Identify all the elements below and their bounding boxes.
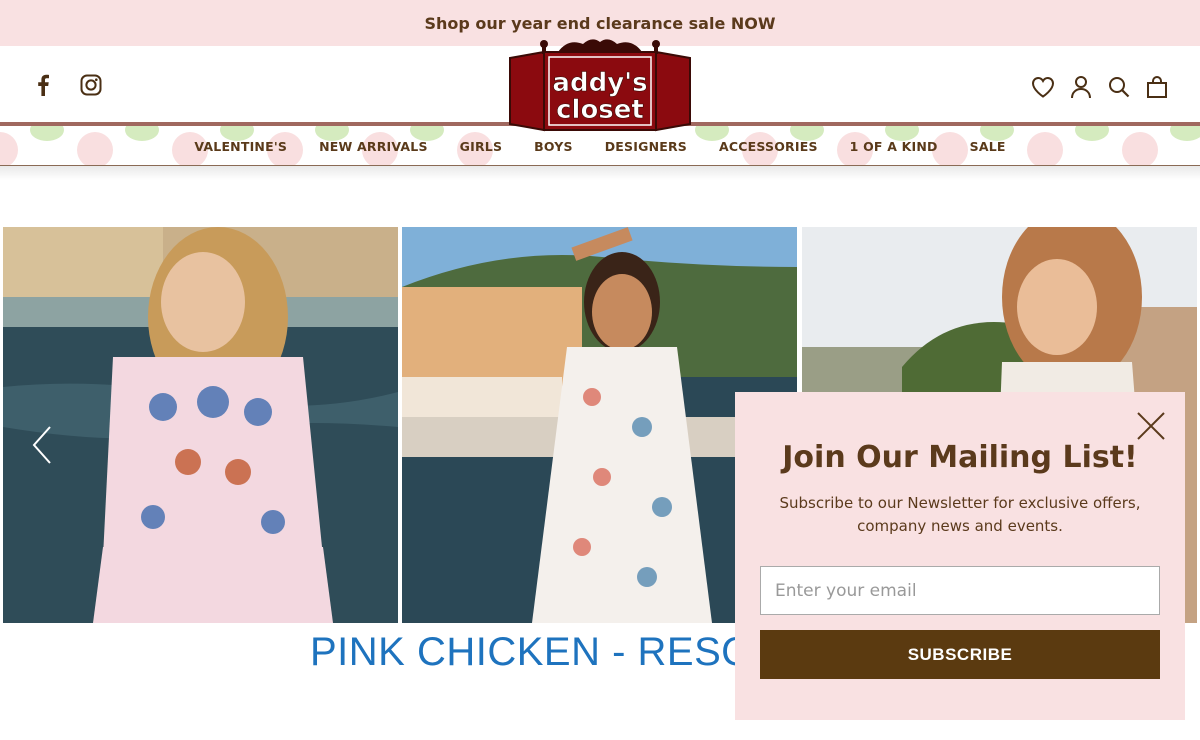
facebook-icon[interactable] — [30, 72, 56, 98]
hero-slide-1[interactable] — [3, 227, 398, 623]
popup-title: Join Our Mailing List! — [782, 440, 1138, 475]
nav-sale[interactable]: SALE — [970, 139, 1006, 154]
instagram-icon[interactable] — [78, 72, 104, 98]
hero-caption[interactable]: PINK CHICKEN - RESOF — [310, 630, 778, 675]
mailing-list-popup: Join Our Mailing List! Subscribe to our … — [735, 392, 1185, 720]
close-icon[interactable] — [1135, 410, 1167, 442]
logo-line1: addy's — [552, 68, 647, 98]
heart-icon[interactable] — [1030, 74, 1056, 100]
announcement-text[interactable]: Shop our year end clearance sale NOW — [424, 14, 775, 33]
nav-valentines[interactable]: VALENTINE'S — [194, 139, 287, 154]
logo-line2: closet — [556, 95, 644, 125]
chevron-left-icon[interactable] — [30, 425, 54, 465]
popup-subtitle-line1: Subscribe to our Newsletter for exclusiv… — [779, 494, 1141, 512]
nav-girls[interactable]: GIRLS — [460, 139, 503, 154]
subscribe-button[interactable]: SUBSCRIBE — [760, 630, 1160, 679]
search-icon[interactable] — [1106, 74, 1132, 100]
nav-one-of-a-kind[interactable]: 1 OF A KIND — [850, 139, 938, 154]
nav-shadow — [0, 166, 1200, 180]
popup-subtitle: Subscribe to our Newsletter for exclusiv… — [765, 492, 1155, 538]
popup-subtitle-line2: company news and events. — [857, 517, 1063, 535]
bag-icon[interactable] — [1144, 74, 1170, 100]
nav-new-arrivals[interactable]: NEW ARRIVALS — [319, 139, 428, 154]
header-actions — [1030, 74, 1170, 100]
site-logo[interactable]: addy's closet — [508, 36, 692, 134]
nav-designers[interactable]: DESIGNERS — [605, 139, 687, 154]
email-input[interactable] — [760, 566, 1160, 615]
user-icon[interactable] — [1068, 74, 1094, 100]
social-links — [30, 72, 104, 98]
nav-accessories[interactable]: ACCESSORIES — [719, 139, 818, 154]
nav-boys[interactable]: BOYS — [534, 139, 573, 154]
